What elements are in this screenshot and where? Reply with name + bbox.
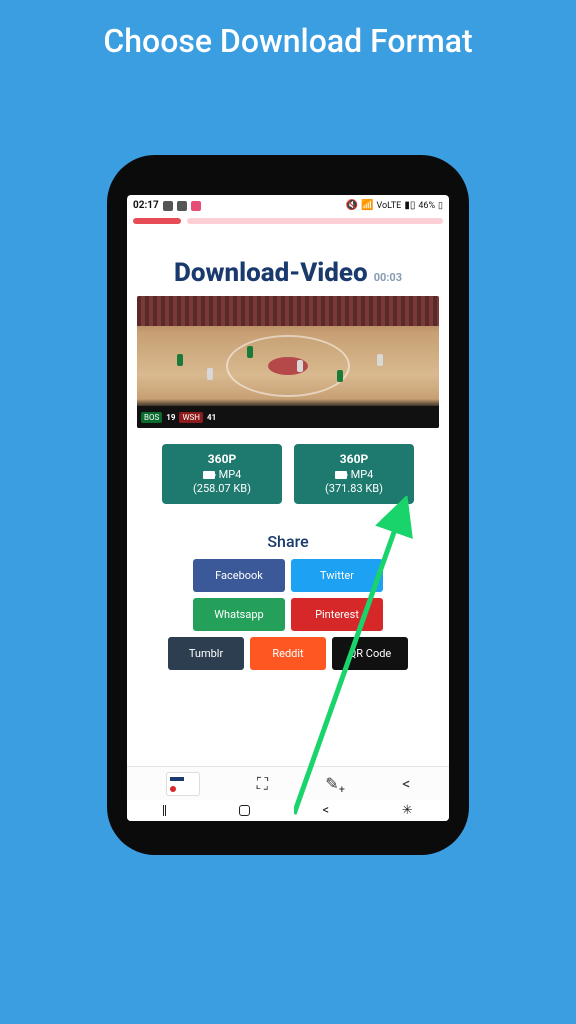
format-type: MP4 <box>166 468 278 482</box>
share-whatsapp-button[interactable]: Whatsapp <box>193 598 285 631</box>
battery-icon: ▯ <box>438 201 443 211</box>
share-facebook-button[interactable]: Facebook <box>193 559 285 592</box>
format-size: (371.83 KB) <box>298 482 410 496</box>
share-label: Share <box>267 532 308 551</box>
share-reddit-button[interactable]: Reddit <box>250 637 326 670</box>
edit-icon[interactable]: ✎₊ <box>325 774 345 793</box>
thumbnail-court <box>137 326 439 406</box>
video-icon <box>335 471 347 479</box>
notif-icon <box>163 201 173 211</box>
thumbnail-player <box>297 360 303 372</box>
share-row: Facebook Twitter <box>137 559 439 592</box>
thumbnail-player <box>247 346 253 358</box>
content: Download-Video 00:03 BOS 19 WSH 41 <box>127 226 449 821</box>
share-row: Whatsapp Pinterest <box>137 598 439 631</box>
download-title: Download-Video <box>174 258 368 288</box>
bottom-toolbar: ⛶ ✎₊ < <box>127 766 449 800</box>
thumbnail-scoreboard: BOS 19 WSH 41 <box>137 406 439 428</box>
page-title: Choose Download Format <box>0 0 576 60</box>
scoreboard-score2: 41 <box>207 413 216 422</box>
share-row: Tumblr Reddit QR Code <box>137 637 439 670</box>
format-type-label: MP4 <box>351 468 374 482</box>
share-qrcode-button[interactable]: QR Code <box>332 637 408 670</box>
video-thumbnail[interactable]: BOS 19 WSH 41 <box>137 296 439 428</box>
phone-frame: 02:17 🔇 📶 VoLTE ▮▯ 46% ▯ Download-Video … <box>107 155 469 855</box>
download-title-row: Download-Video 00:03 <box>174 258 402 288</box>
video-duration: 00:03 <box>374 271 402 284</box>
share-grid: Facebook Twitter Whatsapp Pinterest Tumb… <box>137 559 439 676</box>
scoreboard-score1: 19 <box>166 413 175 422</box>
clock-label: 02:17 <box>133 200 159 211</box>
progress-bars <box>127 216 449 226</box>
status-right: 🔇 📶 VoLTE ▮▯ 46% ▯ <box>346 200 443 211</box>
notif-icon <box>177 201 187 211</box>
home-button[interactable] <box>239 805 250 816</box>
format-size: (258.07 KB) <box>166 482 278 496</box>
share-twitter-button[interactable]: Twitter <box>291 559 383 592</box>
scoreboard-team1: BOS <box>141 412 162 423</box>
app-thumbnail-icon[interactable] <box>166 772 200 796</box>
crop-icon[interactable]: ⛶ <box>257 774 268 794</box>
format-resolution: 360P <box>298 452 410 468</box>
video-icon <box>203 471 215 479</box>
format-option-button[interactable]: 360P MP4 (371.83 KB) <box>294 444 414 504</box>
format-resolution: 360P <box>166 452 278 468</box>
statusbar: 02:17 🔇 📶 VoLTE ▮▯ 46% ▯ <box>127 195 449 216</box>
status-left: 02:17 <box>133 200 201 211</box>
format-type: MP4 <box>298 468 410 482</box>
recents-button[interactable] <box>163 805 166 816</box>
battery-label: 46% <box>418 201 435 211</box>
signal-icon: ▮▯ <box>404 200 415 211</box>
share-icon[interactable]: < <box>402 774 410 793</box>
thumbnail-player <box>207 368 213 380</box>
accessibility-button[interactable]: ✳ <box>402 803 413 818</box>
thumbnail-player <box>337 370 343 382</box>
back-button[interactable]: < <box>323 803 330 818</box>
notif-icon <box>191 201 201 211</box>
scoreboard-team2: WSH <box>179 412 203 423</box>
format-options: 360P MP4 (258.07 KB) 360P MP4 (371.83 KB… <box>137 444 439 504</box>
wifi-icon: 📶 <box>361 200 373 211</box>
thumbnail-crowd <box>137 296 439 326</box>
android-nav: < ✳ <box>127 800 449 821</box>
thumbnail-player <box>377 354 383 366</box>
volte-label: VoLTE <box>377 201 402 211</box>
progress-bar <box>133 218 181 224</box>
format-type-label: MP4 <box>219 468 242 482</box>
progress-bar <box>187 218 443 224</box>
thumbnail-player <box>177 354 183 366</box>
format-option-button[interactable]: 360P MP4 (258.07 KB) <box>162 444 282 504</box>
phone-screen: 02:17 🔇 📶 VoLTE ▮▯ 46% ▯ Download-Video … <box>127 195 449 821</box>
mute-icon: 🔇 <box>346 200 358 211</box>
share-tumblr-button[interactable]: Tumblr <box>168 637 244 670</box>
share-pinterest-button[interactable]: Pinterest <box>291 598 383 631</box>
